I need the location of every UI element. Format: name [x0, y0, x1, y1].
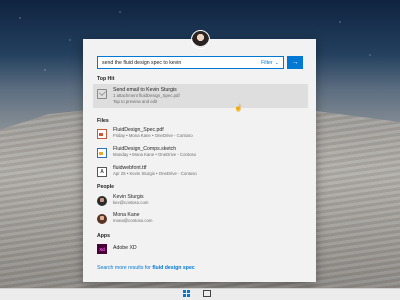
font-file-icon: A [97, 167, 107, 177]
search-more-link[interactable]: Search more results for fluid design spe… [97, 265, 195, 271]
chevron-down-icon: ⌄ [274, 59, 279, 66]
search-query-text: send the fluid design spec to kevin [102, 59, 182, 66]
search-bar: send the fluid design spec to kevin Filt… [97, 56, 303, 69]
mouse-cursor-icon: ☝ [234, 105, 243, 112]
app-name: Adobe XD [113, 245, 137, 251]
file-meta: Apr 25 • Kevin Sturgis • OneDrive - Cont… [113, 171, 197, 177]
filter-label: Filter [261, 59, 273, 66]
person-email: mona@contoso.com [113, 218, 153, 224]
section-title-apps: Apps [97, 233, 110, 239]
section-title-top-hit: Top Hit [97, 76, 115, 82]
top-hit-row: Send email to Kevin Sturgis 1 attachment… [97, 87, 180, 105]
person-item[interactable]: Mona Kane mona@contoso.com [97, 212, 152, 230]
arrow-right-icon: → [291, 59, 299, 66]
taskbar [0, 288, 400, 300]
section-title-people: People [97, 184, 115, 190]
search-more-prefix: Search more results for [97, 265, 153, 271]
avatar [97, 214, 107, 224]
mail-icon [97, 89, 107, 99]
search-more-term: fluid design spec [152, 265, 195, 271]
top-hit-hint: Tap to preview and edit [113, 98, 158, 104]
search-input[interactable]: send the fluid design spec to kevin Filt… [97, 56, 284, 69]
user-avatar[interactable] [191, 30, 210, 49]
filter-dropdown[interactable]: Filter ⌄ [261, 60, 279, 66]
file-item[interactable]: FluidDesign_Comps.sketch Monday • Mona K… [97, 146, 196, 164]
file-item[interactable]: FluidDesign_Spec.pdf Friday • Mona Kane … [97, 127, 193, 145]
person-email: kev@contoso.com [113, 200, 149, 206]
section-title-files: Files [97, 118, 109, 124]
windows-start-icon[interactable] [183, 290, 190, 297]
adobe-xd-icon: Xd [97, 244, 107, 254]
file-item[interactable]: A fluidwebfont.ttf Apr 25 • Kevin Sturgi… [97, 165, 197, 183]
task-view-icon[interactable] [203, 290, 211, 297]
file-meta: Monday • Mona Kane • OneDrive - Contoso [113, 152, 197, 158]
person-item[interactable]: Kevin Sturgis kev@contoso.com [97, 194, 148, 212]
file-meta: Friday • Mona Kane • OneDrive - Contoso [113, 133, 193, 139]
search-go-button[interactable]: → [287, 56, 303, 69]
app-item[interactable]: Xd Adobe XD [97, 242, 137, 260]
sketch-file-icon [97, 148, 107, 158]
avatar [97, 196, 107, 206]
pdf-icon [97, 129, 107, 139]
